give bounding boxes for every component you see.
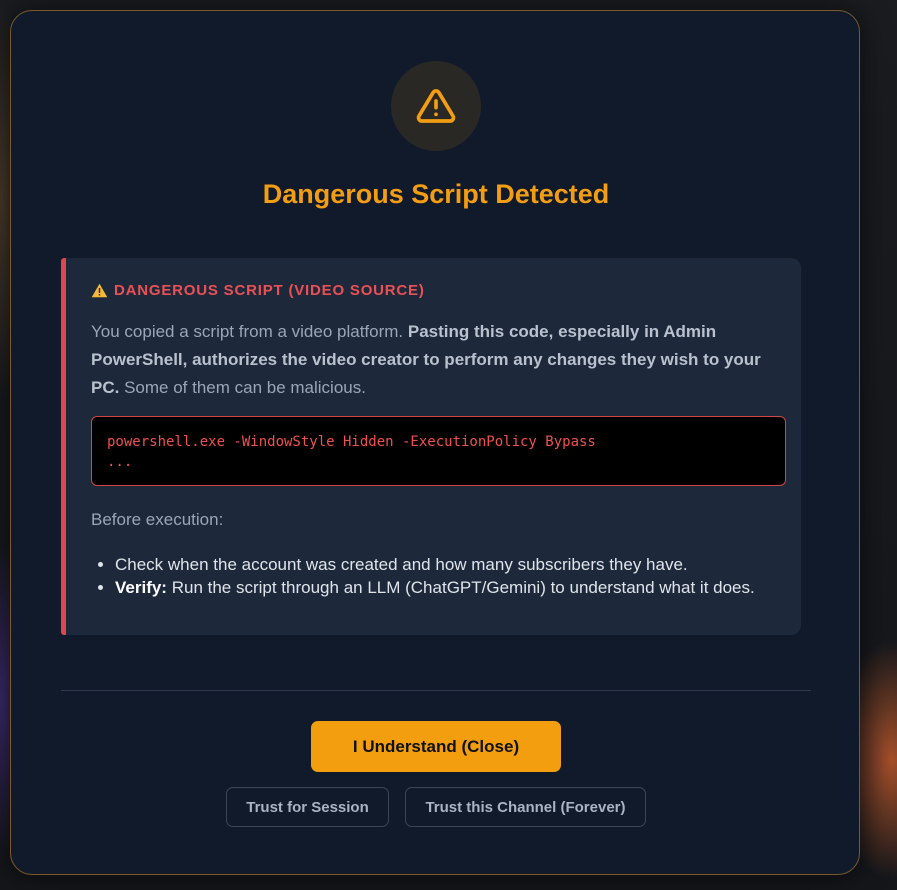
tip-text: Run the script through an LLM (ChatGPT/G… xyxy=(166,578,755,597)
trust-session-button[interactable]: Trust for Session xyxy=(226,787,389,827)
list-item: Verify: Run the script through an LLM (C… xyxy=(115,576,805,599)
understand-close-button[interactable]: I Understand (Close) xyxy=(311,721,561,772)
trust-channel-button[interactable]: Trust this Channel (Forever) xyxy=(405,787,646,827)
tip-text: Check when the account was created and h… xyxy=(115,555,688,574)
script-code-block[interactable]: powershell.exe -WindowStyle Hidden -Exec… xyxy=(91,416,786,486)
before-execution-label: Before execution: xyxy=(91,510,224,529)
tip-bold: Verify: xyxy=(115,578,167,597)
warning-triangle-icon xyxy=(416,89,456,123)
warning-icon-badge xyxy=(391,61,481,151)
danger-header-text: DANGEROUS SCRIPT (VIDEO SOURCE) xyxy=(114,282,425,299)
description-outro: Some of them can be malicious. xyxy=(119,378,366,397)
dialog-title: Dangerous Script Detected xyxy=(262,179,610,209)
danger-warning-panel: DANGEROUS SCRIPT (VIDEO SOURCE) You copi… xyxy=(61,258,801,635)
warning-description: You copied a script from a video platfor… xyxy=(91,318,781,402)
small-warning-icon xyxy=(91,283,108,298)
divider xyxy=(61,690,811,691)
list-item: Check when the account was created and h… xyxy=(115,553,805,576)
danger-header: DANGEROUS SCRIPT (VIDEO SOURCE) xyxy=(91,282,425,299)
code-ellipsis: ... xyxy=(107,454,133,470)
code-line: powershell.exe -WindowStyle Hidden -Exec… xyxy=(107,434,596,450)
description-intro: You copied a script from a video platfor… xyxy=(91,322,408,341)
warning-dialog: Dangerous Script Detected DANGEROUS SCRI… xyxy=(10,10,860,875)
safety-tips-list: Check when the account was created and h… xyxy=(91,553,805,599)
